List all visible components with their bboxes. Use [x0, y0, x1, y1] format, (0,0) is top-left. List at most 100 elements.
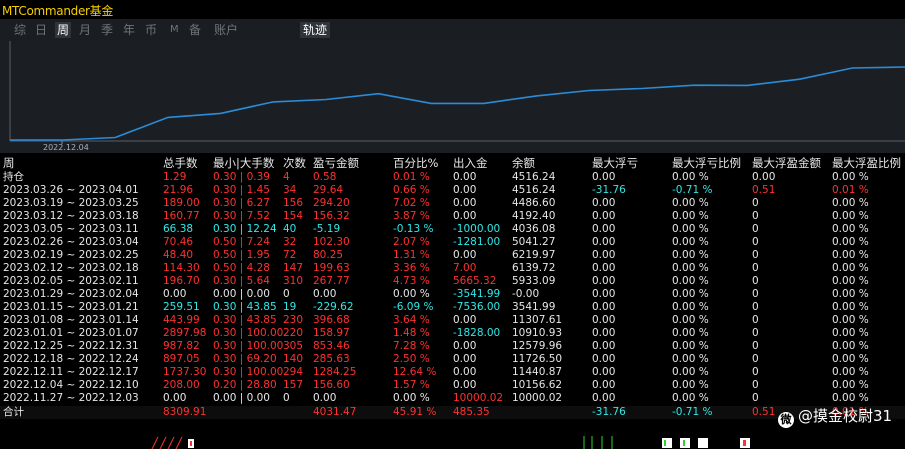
cell-period: 2022.11.27 ~ 2022.12.03: [3, 392, 139, 404]
table-row[interactable]: 2023.01.08 ~ 2023.01.14 443.99 0.30 | 43.8…: [0, 314, 905, 327]
header-percent: 百分比%: [393, 157, 439, 170]
cell-max-floating-profit: 0.00: [752, 171, 776, 183]
cell-profit-amount: 0.58: [313, 171, 337, 183]
cell-percent: 0.66 %: [393, 184, 430, 196]
cell-min-max-lots: 0.30 | 0.39: [213, 171, 270, 183]
watermark-text: @摸金校尉31: [798, 407, 893, 425]
table-row[interactable]: 2023.03.19 ~ 2023.03.25 189.00 0.30 | 6.27…: [0, 197, 905, 210]
cell-trade-count: 156: [283, 197, 304, 209]
cell-min-max-lots: 0.30 | 43.85: [213, 301, 277, 313]
cell-total-lots: 70.46: [163, 236, 194, 248]
cell-profit-amount: 285.63: [313, 353, 350, 365]
cell-period: 2023.03.19 ~ 2023.03.25: [3, 197, 139, 209]
cell-max-floating-loss: 0.00: [592, 353, 616, 365]
cell-max-floating-loss: 0.00: [592, 171, 616, 183]
tab-week[interactable]: 周: [55, 22, 72, 38]
cell-trade-count: 140: [283, 353, 304, 365]
cell-max-floating-loss-ratio: 0.00 %: [672, 197, 709, 209]
cell-percent: -0.13 %: [393, 223, 434, 235]
cell-max-floating-profit: 0.51: [752, 184, 776, 196]
cell-max-floating-profit-ratio: 0.00 %: [832, 197, 869, 209]
cell-max-floating-profit-ratio: 0.01 %: [832, 184, 869, 196]
cell-max-floating-profit-ratio: 0.00 %: [832, 171, 869, 183]
table-row[interactable]: 2022.12.18 ~ 2022.12.24 897.05 0.30 | 69.2…: [0, 353, 905, 366]
cell-min-max-lots: 0.30 | 69.20: [213, 353, 277, 365]
cell-deposit-withdraw: 0.00: [453, 197, 477, 209]
cell-max-floating-profit-ratio: 0.00 %: [832, 379, 869, 391]
table-row[interactable]: 2023.01.29 ~ 2023.02.04 0.00 0.00 | 0.00 0 0…: [0, 288, 905, 301]
table-row[interactable]: 2023.01.15 ~ 2023.01.21 259.51 0.30 | 43.8…: [0, 301, 905, 314]
tab-year[interactable]: 年: [123, 22, 135, 38]
cell-trade-count: 32: [283, 236, 297, 248]
cell-period: 2023.02.19 ~ 2023.02.25: [3, 249, 139, 261]
cell-total-lots: 1.29: [163, 171, 187, 183]
cell-percent: 12.64 %: [393, 366, 437, 378]
cell-balance: 10910.93: [512, 327, 563, 339]
cell-profit-amount: 156.32: [313, 210, 350, 222]
tab-overview[interactable]: 综: [14, 22, 26, 38]
table-row[interactable]: 2023.03.26 ~ 2023.04.01 21.96 0.30 | 1.45 3…: [0, 184, 905, 197]
table-row[interactable]: 2022.11.27 ~ 2022.12.03 0.00 0.00 | 0.00 0 0…: [0, 392, 905, 405]
cell-max-floating-profit: 0: [752, 340, 759, 352]
tab-month[interactable]: 月: [79, 22, 91, 38]
row-noise-left: [151, 436, 194, 449]
tab-quarter[interactable]: 季: [101, 22, 113, 38]
cell-max-floating-profit: 0: [752, 327, 759, 339]
cell-max-floating-loss: 0.00: [592, 392, 616, 404]
cell-trade-count: 34: [283, 184, 297, 196]
cell-total-lots: 189.00: [163, 197, 200, 209]
cell-balance: 11726.50: [512, 353, 563, 365]
cell-max-floating-profit: 0: [752, 210, 759, 222]
cell-trade-count: 305: [283, 340, 304, 352]
table-row[interactable]: 2023.03.12 ~ 2023.03.18 160.77 0.30 | 7.52…: [0, 210, 905, 223]
title-bar: MTCommander基金: [0, 0, 905, 19]
cell-deposit-withdraw: -7536.00: [453, 301, 501, 313]
cell-profit-amount: 853.46: [313, 340, 350, 352]
table-row[interactable]: 2022.12.11 ~ 2022.12.17 1737.30 0.30 | 100…: [0, 366, 905, 379]
cell-max-floating-loss-ratio: 0.00 %: [672, 314, 709, 326]
cell-max-floating-loss: 0.00: [592, 223, 616, 235]
table-row[interactable]: 2023.02.26 ~ 2023.03.04 70.46 0.50 | 7.24 3…: [0, 236, 905, 249]
cell-max-floating-loss: 0.00: [592, 236, 616, 248]
cell-deposit-withdraw: 10000.02: [453, 392, 504, 404]
cell-period: 2023.01.01 ~ 2023.01.07: [3, 327, 139, 339]
cell-profit-amount: 158.97: [313, 327, 350, 339]
tab-day[interactable]: 日: [35, 22, 47, 38]
cell-trade-count: 4: [283, 171, 290, 183]
table-row[interactable]: 2023.02.12 ~ 2023.02.18 114.30 0.50 | 4.28…: [0, 262, 905, 275]
table-row[interactable]: 2023.01.01 ~ 2023.01.07 2897.98 0.30 | 100…: [0, 327, 905, 340]
cell-max-floating-profit-ratio: 0.00 %: [832, 392, 869, 404]
table-row[interactable]: 2023.02.19 ~ 2023.02.25 48.40 0.50 | 1.95 7…: [0, 249, 905, 262]
header-max-floating-loss: 最大浮亏: [592, 157, 638, 170]
cell-max-floating-profit: 0: [752, 301, 759, 313]
header-balance: 余额: [512, 157, 535, 170]
cell-max-floating-loss-ratio: 0.00 %: [672, 340, 709, 352]
cell-min-max-lots: 0.50 | 7.24: [213, 236, 270, 248]
cell-max-floating-loss-ratio: 0.00 %: [672, 353, 709, 365]
header-deposit-withdraw: 出入金: [453, 157, 488, 170]
cell-max-floating-profit: 0: [752, 275, 759, 287]
cell-deposit-withdraw: 0.00: [453, 379, 477, 391]
cell-deposit-withdraw: 485.35: [453, 406, 490, 418]
table-row[interactable]: 2022.12.25 ~ 2022.12.31 987.82 0.30 | 100.…: [0, 340, 905, 353]
table-header: 周 总手数 最小|大手数 次数 盈亏金额 百分比% 出入金 余额 最大浮亏 最大浮亏比例 最大浮盈金…: [0, 157, 905, 170]
cell-trade-count: 40: [283, 223, 297, 235]
tab-currency[interactable]: 币: [145, 22, 157, 38]
tab-account[interactable]: 账户: [214, 22, 238, 38]
table-row[interactable]: 2023.02.05 ~ 2023.02.11 196.70 0.30 | 5.64…: [0, 275, 905, 288]
cell-deposit-withdraw: 0.00: [453, 340, 477, 352]
cell-trade-count: 220: [283, 327, 304, 339]
cell-trade-count: 72: [283, 249, 297, 261]
tab-m[interactable]: M: [170, 22, 179, 38]
cell-max-floating-profit-ratio: 0.00 %: [832, 249, 869, 261]
table-row-open-positions[interactable]: 持仓 1.29 0.30 | 0.39 4 0.58 0.01 % 0.00 4516.24 0…: [0, 171, 905, 184]
cell-max-floating-profit: 0: [752, 249, 759, 261]
tab-note[interactable]: 备: [189, 22, 201, 38]
table-row[interactable]: 2022.12.04 ~ 2022.12.10 208.00 0.20 | 28.8…: [0, 379, 905, 392]
tab-track[interactable]: 轨迹: [300, 22, 331, 38]
app-title: MTCommander基金: [2, 4, 114, 18]
cell-total-lots: 114.30: [163, 262, 200, 274]
watermark: 微 @摸金校尉31: [778, 406, 893, 428]
table-row[interactable]: 2023.03.05 ~ 2023.03.11 66.38 0.30 | 12.24…: [0, 223, 905, 236]
cell-percent: 2.07 %: [393, 236, 430, 248]
